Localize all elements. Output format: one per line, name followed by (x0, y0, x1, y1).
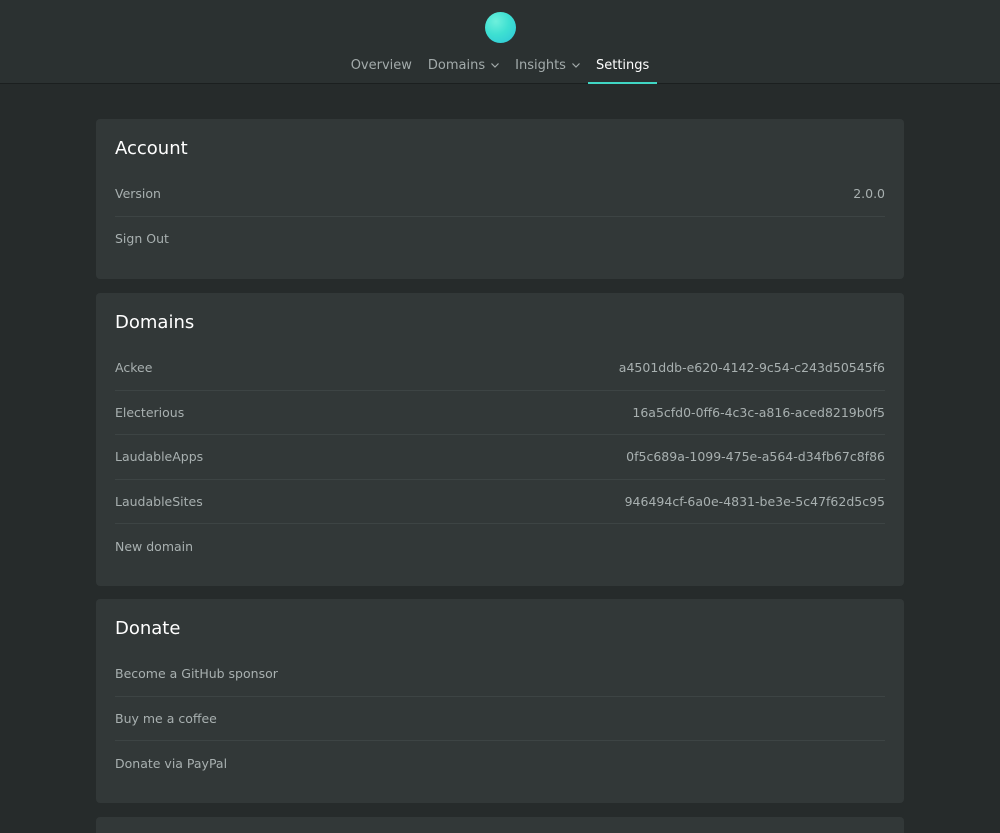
main-nav: Overview Domains Insights Settings (0, 52, 1000, 84)
account-card: Account Version 2.0.0 Sign Out (96, 119, 904, 279)
nav-overview[interactable]: Overview (343, 52, 420, 84)
version-label: Version (115, 186, 161, 202)
domains-title: Domains (115, 312, 195, 333)
domain-id: a4501ddb-e620-4142-9c54-c243d50545f6 (618, 360, 885, 376)
domain-name: LaudableApps (115, 449, 204, 465)
version-value: 2.0.0 (853, 186, 885, 202)
version-row: Version 2.0.0 (115, 172, 885, 217)
domains-card: Domains Ackee a4501ddb-e620-4142-9c54-c2… (96, 293, 904, 586)
buy-coffee-label: Buy me a coffee (115, 710, 217, 726)
chevron-down-icon (572, 63, 580, 68)
app-header: Overview Domains Insights Settings (0, 0, 1000, 84)
nav-settings-label: Settings (595, 58, 650, 73)
domain-name: LaudableSites (115, 493, 203, 509)
domain-row[interactable]: LaudableSites 946494cf-6a0e-4831-be3e-5c… (115, 480, 885, 524)
domain-row[interactable]: LaudableApps 0f5c689a-1099-475e-a564-d34… (115, 435, 885, 480)
paypal-donate-label: Donate via PayPal (115, 755, 228, 771)
domain-id: 946494cf-6a0e-4831-be3e-5c47f62d5c95 (624, 493, 885, 509)
sign-out-button[interactable]: Sign Out (115, 217, 885, 262)
next-card (96, 817, 904, 833)
nav-insights[interactable]: Insights (507, 52, 588, 84)
ackee-logo-icon[interactable] (485, 12, 516, 43)
donate-title: Donate (115, 618, 181, 639)
donate-card: Donate Become a GitHub sponsor Buy me a … (96, 599, 904, 803)
paypal-donate-link[interactable]: Donate via PayPal (115, 741, 885, 786)
chevron-down-icon (491, 63, 500, 68)
domain-name: Ackee (115, 360, 153, 376)
account-title: Account (115, 138, 188, 159)
new-domain-label: New domain (115, 538, 194, 554)
nav-overview-label: Overview (350, 58, 412, 73)
domain-id: 16a5cfd0-0ff6-4c3c-a816-aced8219b0f5 (632, 404, 885, 420)
domain-id: 0f5c689a-1099-475e-a564-d34fb67c8f86 (626, 449, 885, 465)
domain-row[interactable]: Electerious 16a5cfd0-0ff6-4c3c-a816-aced… (115, 391, 885, 435)
buy-coffee-link[interactable]: Buy me a coffee (115, 697, 885, 741)
nav-insights-label: Insights (515, 58, 566, 73)
sign-out-label: Sign Out (115, 231, 169, 247)
github-sponsor-link[interactable]: Become a GitHub sponsor (115, 652, 885, 697)
domain-row[interactable]: Ackee a4501ddb-e620-4142-9c54-c243d50545… (115, 346, 885, 391)
new-domain-button[interactable]: New domain (115, 524, 885, 569)
nav-settings[interactable]: Settings (587, 52, 658, 84)
nav-domains[interactable]: Domains (420, 52, 507, 84)
github-sponsor-label: Become a GitHub sponsor (115, 666, 278, 682)
nav-domains-label: Domains (427, 58, 486, 73)
domain-name: Electerious (115, 404, 185, 420)
